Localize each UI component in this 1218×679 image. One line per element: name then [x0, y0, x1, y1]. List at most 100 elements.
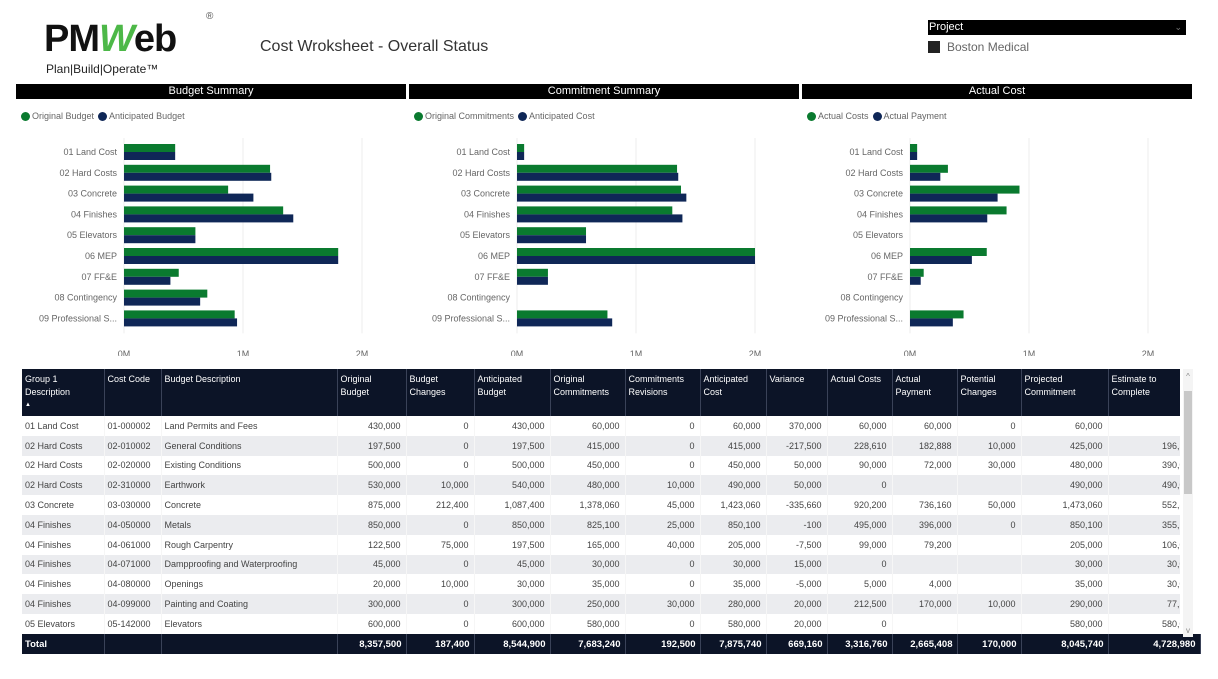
- bar-navy[interactable]: [910, 193, 998, 202]
- bar-green[interactable]: [517, 248, 755, 256]
- bar-green[interactable]: [517, 227, 587, 236]
- column-header[interactable]: Actual Payment: [892, 369, 958, 416]
- bar-green[interactable]: [910, 185, 1020, 194]
- scroll-up-arrow-icon[interactable]: ^: [1183, 371, 1193, 383]
- bar-green[interactable]: [517, 206, 673, 215]
- bar-navy[interactable]: [124, 193, 254, 202]
- legend-entry[interactable]: Original Budget: [21, 111, 94, 121]
- column-header[interactable]: Projected Commitment: [1021, 369, 1109, 416]
- table-row[interactable]: 02 Hard Costs 02-020000 Existing Condition…: [22, 455, 1180, 476]
- column-header[interactable]: Budget Changes: [406, 369, 475, 416]
- table-row[interactable]: 04 Finishes 04-071000 Dampproofing and Wat…: [22, 554, 1180, 575]
- bar-green[interactable]: [124, 185, 229, 194]
- project-slicer[interactable]: Project ⌄ Boston Medical: [928, 20, 1186, 54]
- commitment-summary-chart[interactable]: Commitment Summary Original Commitments …: [409, 84, 799, 356]
- slicer-item-boston-medical[interactable]: Boston Medical: [928, 40, 1186, 54]
- bar-navy[interactable]: [517, 193, 687, 202]
- cost-worksheet-table[interactable]: Group 1 Description ▲ Cost Code Budget Desc…: [22, 369, 1180, 654]
- bar-navy[interactable]: [517, 214, 683, 223]
- bar-navy[interactable]: [910, 276, 921, 285]
- legend-entry[interactable]: Anticipated Budget: [98, 111, 185, 121]
- scroll-down-arrow-icon[interactable]: v: [1183, 625, 1193, 637]
- legend-entry[interactable]: Actual Costs: [807, 111, 869, 121]
- table-row[interactable]: 04 Finishes 04-080000 Openings 20,000 10,000…: [22, 574, 1180, 595]
- legend-entry[interactable]: Anticipated Cost: [518, 111, 595, 121]
- bar-navy[interactable]: [910, 256, 972, 264]
- bar-navy[interactable]: [124, 297, 201, 306]
- bar-green[interactable]: [124, 310, 235, 319]
- column-header[interactable]: Original Budget: [337, 369, 407, 416]
- bar-green[interactable]: [124, 144, 176, 152]
- bar-green[interactable]: [910, 268, 924, 277]
- bar-navy[interactable]: [517, 256, 755, 264]
- bar-green[interactable]: [517, 310, 608, 319]
- legend-entry[interactable]: Original Commitments: [414, 111, 514, 121]
- bar-green[interactable]: [910, 248, 987, 256]
- bar-navy[interactable]: [124, 235, 196, 244]
- table-row[interactable]: 03 Concrete 03-030000 Concrete 875,000 212,4…: [22, 495, 1180, 515]
- table-row[interactable]: 01 Land Cost 01-000002 Land Permits and Fe…: [22, 416, 1180, 436]
- legend-entry[interactable]: Actual Payment: [872, 111, 947, 121]
- table-row[interactable]: 05 Elevators 05-142000 Elevators 600,000 0 60…: [22, 613, 1180, 634]
- bar-green[interactable]: [910, 164, 948, 173]
- bar-green[interactable]: [517, 164, 678, 173]
- table-cell: 50,000: [766, 455, 828, 476]
- bar-navy[interactable]: [517, 152, 525, 160]
- table-cell: 0: [406, 514, 475, 535]
- column-header[interactable]: Original Commitments: [550, 369, 626, 416]
- bar-navy[interactable]: [124, 276, 171, 285]
- bar-navy[interactable]: [910, 214, 988, 223]
- category-label: 07 FF&E: [867, 272, 903, 282]
- bar-green[interactable]: [910, 144, 918, 152]
- column-header[interactable]: Cost Code: [104, 369, 162, 416]
- bar-navy[interactable]: [124, 318, 238, 327]
- bar-green[interactable]: [124, 248, 339, 256]
- bar-green[interactable]: [124, 206, 284, 215]
- checkbox-checked[interactable]: [928, 41, 940, 53]
- column-header[interactable]: Potential Changes: [957, 369, 1022, 416]
- total-cell: 192,500: [625, 634, 701, 654]
- column-header[interactable]: Budget Description: [161, 369, 338, 416]
- column-header[interactable]: Anticipated Cost: [700, 369, 767, 416]
- bar-green[interactable]: [517, 185, 681, 194]
- column-header[interactable]: Commitments Revisions: [625, 369, 701, 416]
- bar-navy[interactable]: [124, 214, 294, 223]
- bar-green[interactable]: [124, 268, 179, 277]
- table-row[interactable]: 02 Hard Costs 02-310000 Earthwork 530,000 10…: [22, 475, 1180, 496]
- sort-ascending-icon[interactable]: ▲: [25, 399, 101, 412]
- column-header[interactable]: Anticipated Budget: [474, 369, 551, 416]
- table-row[interactable]: 04 Finishes 04-061000 Rough Carpentry 122,5…: [22, 534, 1180, 555]
- bar-green[interactable]: [124, 289, 208, 298]
- bar-green[interactable]: [910, 310, 964, 319]
- table-scrollbar[interactable]: ^ v: [1183, 369, 1193, 637]
- column-header[interactable]: Actual Costs: [827, 369, 893, 416]
- table-cell: 02-010002: [104, 435, 162, 456]
- table-row[interactable]: 04 Finishes 04-099000 Painting and Coating…: [22, 594, 1180, 614]
- bar-navy[interactable]: [910, 172, 941, 181]
- table-cell: 495,000: [827, 514, 893, 535]
- column-header[interactable]: Estimate to Complete: [1108, 369, 1180, 416]
- scroll-thumb[interactable]: [1184, 391, 1192, 494]
- bar-navy[interactable]: [124, 172, 272, 181]
- bar-navy[interactable]: [517, 172, 679, 181]
- column-header[interactable]: Variance: [766, 369, 828, 416]
- actual-cost-chart[interactable]: Actual Cost Actual Costs Actual Payment …: [802, 84, 1192, 356]
- bar-navy[interactable]: [910, 318, 953, 327]
- bar-green[interactable]: [910, 206, 1007, 215]
- bar-green[interactable]: [124, 227, 196, 236]
- bar-navy[interactable]: [910, 152, 918, 160]
- bar-navy[interactable]: [124, 152, 176, 160]
- bar-navy[interactable]: [517, 318, 613, 327]
- bar-navy[interactable]: [517, 235, 587, 244]
- bar-green[interactable]: [517, 268, 548, 277]
- budget-summary-chart[interactable]: Budget Summary Original Budget Anticipat…: [16, 84, 406, 356]
- bar-navy[interactable]: [517, 276, 548, 285]
- chevron-down-icon[interactable]: ⌄: [1174, 20, 1182, 35]
- table-row[interactable]: 04 Finishes 04-050000 Metals 850,000 0 850,00…: [22, 514, 1180, 535]
- project-slicer-header[interactable]: Project ⌄: [928, 20, 1186, 35]
- column-header[interactable]: Group 1 Description ▲: [22, 369, 105, 416]
- bar-navy[interactable]: [124, 256, 339, 264]
- bar-green[interactable]: [124, 164, 271, 173]
- table-row[interactable]: 02 Hard Costs 02-010002 General Conditions…: [22, 435, 1180, 456]
- bar-green[interactable]: [517, 144, 525, 152]
